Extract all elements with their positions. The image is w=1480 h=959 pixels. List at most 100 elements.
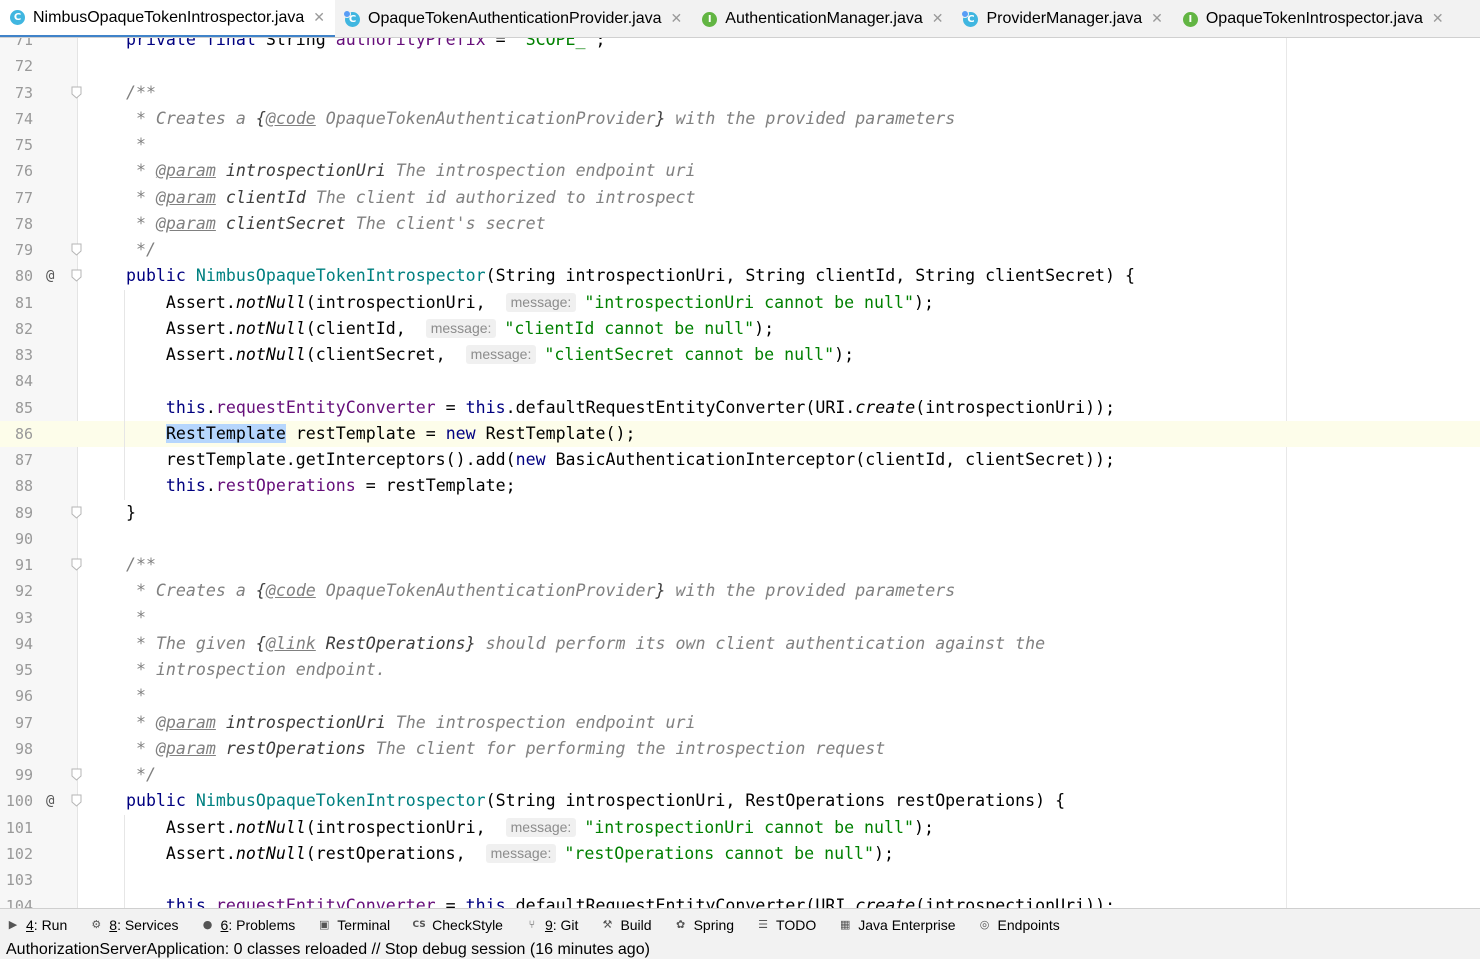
code-editor[interactable]: 71 private final String authorityPrefix … [0,38,1480,908]
line-number[interactable]: 72 [0,53,33,79]
line-number[interactable]: 104 [0,893,33,908]
close-tab-icon[interactable]: ✕ [932,11,944,27]
code-line[interactable]: 87 restTemplate.getInterceptors().add(ne… [0,447,1480,473]
code-text[interactable]: this.restOperations = restTemplate; [86,473,516,499]
code-text[interactable]: * @param restOperations The client for p… [86,736,885,762]
code-text[interactable]: this.requestEntityConverter = this.defau… [86,893,1115,908]
code-text[interactable]: Assert.notNull(clientId, message: "client… [86,316,774,342]
code-line[interactable]: 92 * Creates a {@code OpaqueTokenAuthent… [0,578,1480,604]
line-number[interactable]: 97 [0,710,33,736]
fold-marker-icon[interactable] [71,768,82,781]
code-line[interactable]: 79 */ [0,237,1480,263]
code-line[interactable]: 95 * introspection endpoint. [0,657,1480,683]
line-number[interactable]: 101 [0,815,33,841]
code-line[interactable]: 73 /** [0,80,1480,106]
line-number[interactable]: 75 [0,132,33,158]
close-tab-icon[interactable]: ✕ [671,11,683,27]
line-number[interactable]: 74 [0,106,33,132]
code-text[interactable]: * @param clientSecret The client's secre… [86,211,546,237]
code-line[interactable]: 83 Assert.notNull(clientSecret, message:… [0,342,1480,368]
code-text[interactable]: Assert.notNull(introspectionUri, message… [86,815,934,841]
line-number[interactable]: 77 [0,185,33,211]
tool-window-button[interactable]: ⚙ 8: Services [89,917,178,933]
line-number[interactable]: 88 [0,473,33,499]
tool-window-button[interactable]: ▣ Terminal [317,917,390,933]
line-number[interactable]: 89 [0,500,33,526]
code-line[interactable]: 104 this.requestEntityConverter = this.d… [0,893,1480,908]
editor-tab[interactable]: C OpaqueTokenAuthenticationProvider.java ✕ [335,0,692,37]
line-number[interactable]: 99 [0,762,33,788]
fold-marker-icon[interactable] [71,243,82,256]
code-line[interactable]: 98 * @param restOperations The client fo… [0,736,1480,762]
fold-marker-icon[interactable] [71,794,82,807]
code-line[interactable]: 100 @ public NimbusOpaqueTokenIntrospecto… [0,788,1480,814]
tool-window-button[interactable]: ▦ Java Enterprise [838,917,955,933]
line-number[interactable]: 90 [0,526,33,552]
line-number[interactable]: 78 [0,211,33,237]
code-line[interactable]: 72 [0,53,1480,79]
code-line[interactable]: 75 * [0,132,1480,158]
code-text[interactable]: restTemplate.getInterceptors().add(new B… [86,447,1115,473]
code-text[interactable]: Assert.notNull(restOperations, message: "… [86,841,894,867]
code-text[interactable]: public NimbusOpaqueTokenIntrospector(Str… [86,263,1135,289]
editor-tab[interactable]: I OpaqueTokenIntrospector.java ✕ [1173,0,1454,37]
fold-marker-icon[interactable] [71,269,82,282]
code-line[interactable]: 84 [0,368,1480,394]
line-number[interactable]: 73 [0,80,33,106]
tool-window-button[interactable]: ▶ 4: Run [6,917,68,933]
tool-window-button[interactable]: ◎ Endpoints [978,917,1060,933]
code-line[interactable]: 99 */ [0,762,1480,788]
status-message[interactable]: AuthorizationServerApplication: 0 classe… [6,941,650,958]
code-line[interactable]: 91 /** [0,552,1480,578]
close-tab-icon[interactable]: ✕ [313,10,325,26]
fold-marker-icon[interactable] [71,86,82,99]
code-text[interactable]: * Creates a {@code OpaqueTokenAuthentica… [86,106,955,132]
code-text[interactable]: */ [86,237,156,263]
tool-window-button[interactable]: ⚒ Build [600,917,652,933]
code-text[interactable]: * [86,605,146,631]
line-number[interactable]: 86 [0,421,33,447]
code-line[interactable]: 94 * The given {@link RestOperations} sh… [0,631,1480,657]
line-number[interactable]: 84 [0,368,33,394]
line-number[interactable]: 85 [0,395,33,421]
tool-window-button[interactable]: ● 6: Problems [201,917,296,933]
code-text[interactable]: * [86,683,146,709]
code-line[interactable]: 101 Assert.notNull(introspectionUri, mes… [0,815,1480,841]
code-line[interactable]: 86 RestTemplate restTemplate = new RestT… [0,420,1480,447]
code-line[interactable]: 76 * @param introspectionUri The introsp… [0,158,1480,184]
code-text[interactable]: /** [86,80,156,106]
code-text[interactable]: Assert.notNull(clientSecret, message: "cl… [86,342,854,368]
code-line[interactable]: 71 private final String authorityPrefix … [0,38,1480,53]
code-text[interactable]: private final String authorityPrefix = "… [86,38,606,53]
code-line[interactable]: 88 this.restOperations = restTemplate; [0,473,1480,499]
line-number[interactable]: 79 [0,237,33,263]
code-line[interactable]: 102 Assert.notNull(restOperations, messa… [0,841,1480,867]
line-number[interactable]: 91 [0,552,33,578]
tool-window-button[interactable]: ⑂ 9: Git [525,917,579,933]
editor-tab[interactable]: I AuthenticationManager.java ✕ [692,0,953,37]
line-number[interactable]: 80 [0,263,33,289]
tool-window-button[interactable]: ☰ TODO [756,917,816,933]
code-line[interactable]: 81 Assert.notNull(introspectionUri, mess… [0,290,1480,316]
code-text[interactable]: * @param introspectionUri The introspect… [86,158,696,184]
line-number[interactable]: 92 [0,578,33,604]
code-text[interactable]: Assert.notNull(introspectionUri, message… [86,290,934,316]
line-number[interactable]: 103 [0,867,33,893]
line-number[interactable]: 102 [0,841,33,867]
code-line[interactable]: 90 [0,526,1480,552]
line-number[interactable]: 87 [0,447,33,473]
code-line[interactable]: 78 * @param clientSecret The client's se… [0,211,1480,237]
code-text[interactable]: } [86,500,136,526]
implements-method-icon[interactable]: @ [46,788,54,814]
fold-marker-icon[interactable] [71,558,82,571]
line-number[interactable]: 94 [0,631,33,657]
fold-marker-icon[interactable] [71,506,82,519]
code-line[interactable]: 97 * @param introspectionUri The introsp… [0,710,1480,736]
close-tab-icon[interactable]: ✕ [1151,11,1163,27]
code-text[interactable]: * Creates a {@code OpaqueTokenAuthentica… [86,578,955,604]
code-text[interactable]: /** [86,552,156,578]
line-number[interactable]: 83 [0,342,33,368]
editor-tab[interactable]: C ProviderManager.java ✕ [953,0,1172,37]
line-number[interactable]: 100 [0,788,33,814]
code-text[interactable]: RestTemplate restTemplate = new RestTemp… [86,421,636,447]
